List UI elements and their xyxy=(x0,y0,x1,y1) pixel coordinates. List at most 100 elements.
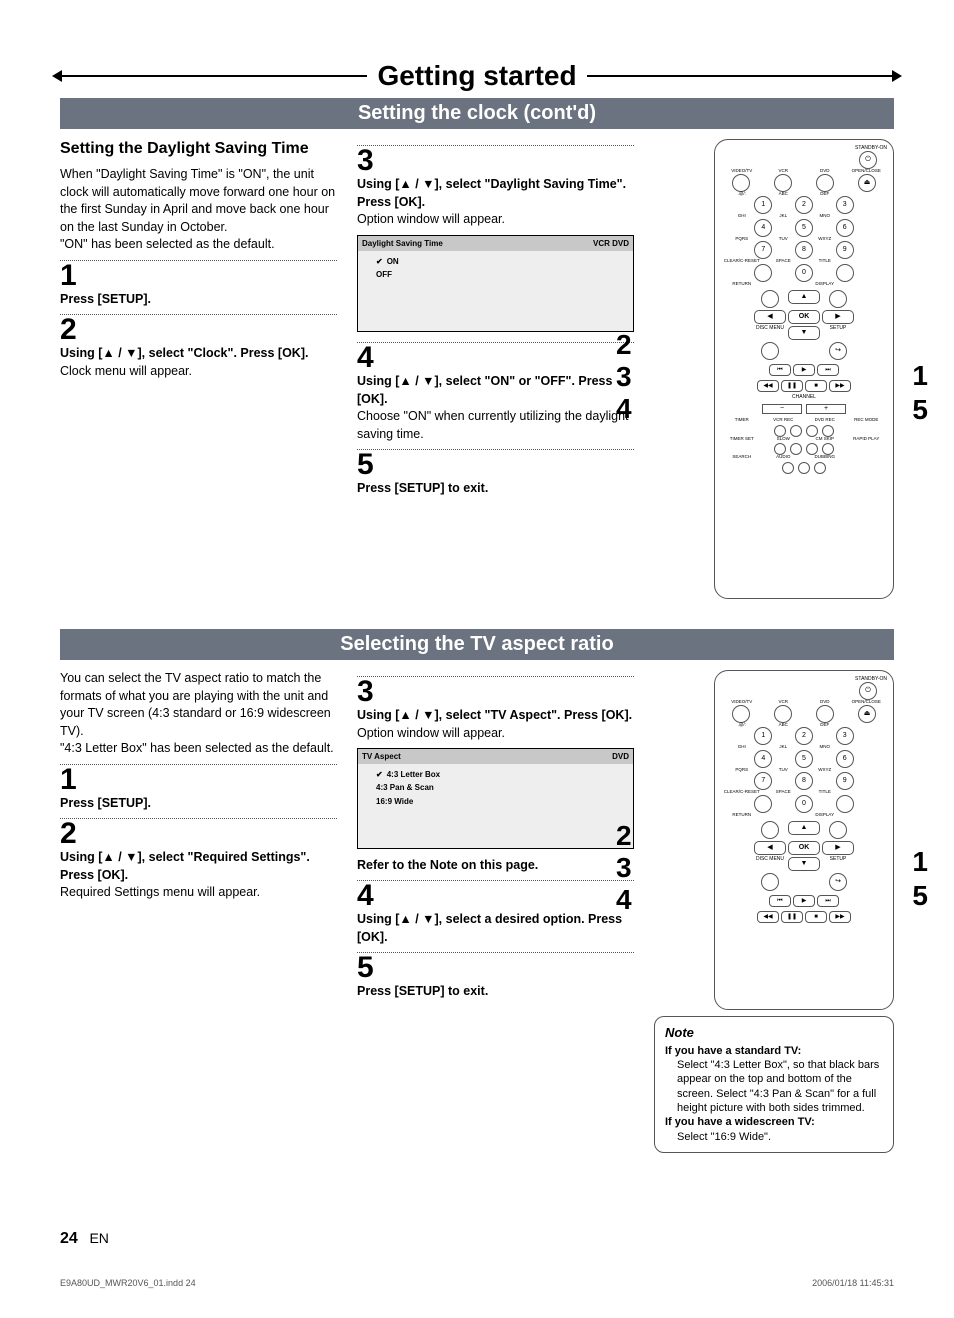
btn-display[interactable] xyxy=(829,290,847,308)
opt-43lb: 4:3 Letter Box xyxy=(366,768,625,781)
s2-step2-text: Using [▲ / ▼], select "Required Settings… xyxy=(60,849,337,884)
s1-col-right: 2 3 4 1 5 STANDBY-ON ⏻ VIDEO/TV VCR DVD … xyxy=(654,139,894,599)
lbl-openclose: OPEN/CLOSE xyxy=(846,169,888,174)
section2-columns: You can select the TV aspect ratio to ma… xyxy=(60,670,894,1153)
s2-step3-num: 3 xyxy=(357,677,634,707)
btn-5[interactable]: 5 xyxy=(795,219,813,237)
btn-skipfwd[interactable]: ⏭ xyxy=(817,364,839,376)
btn-down[interactable]: ▼ xyxy=(788,326,820,340)
s2-step5-num: 5 xyxy=(357,953,634,983)
s2-step5-text: Press [SETUP] to exit. xyxy=(357,983,634,1001)
s2-col-right: 2 3 4 1 5 STANDBY-ON ⏻ VIDEO/TVVCRDVDOPE… xyxy=(654,670,894,1153)
btn-up[interactable]: ▲ xyxy=(788,290,820,304)
btn-slow[interactable] xyxy=(790,443,802,455)
btn-stop[interactable]: ■ xyxy=(805,380,827,392)
btn-openclose[interactable]: ⏏ xyxy=(858,174,876,192)
s2-col-mid: 3 Using [▲ / ▼], select "TV Aspect". Pre… xyxy=(357,670,634,1153)
btn-2[interactable]: 2 xyxy=(795,196,813,214)
btn-clear[interactable] xyxy=(754,264,772,282)
lbl-dvd: DVD xyxy=(804,169,846,174)
btn-ch-down[interactable]: − xyxy=(762,404,802,414)
btn-7[interactable]: 7 xyxy=(754,241,772,259)
s1-heading: Setting the Daylight Saving Time xyxy=(60,139,337,158)
deco-line-right xyxy=(587,75,894,77)
s1-callouts-right: 1 5 xyxy=(912,359,928,426)
s2-step3-text: Using [▲ / ▼], select "TV Aspect". Press… xyxy=(357,707,634,725)
standby-button-2[interactable]: ⏻ xyxy=(859,682,877,700)
s2-step1-num: 1 xyxy=(60,765,337,795)
s1-step1-text: Press [SETUP]. xyxy=(60,291,337,309)
btn-3[interactable]: 3 xyxy=(836,196,854,214)
lbl-videotv: VIDEO/TV xyxy=(721,169,763,174)
btn-4[interactable]: 4 xyxy=(754,219,772,237)
lbl-channel: CHANNEL xyxy=(721,395,887,400)
option-box-dst: Daylight Saving Time VCR DVD ON OFF xyxy=(357,235,634,333)
standby-button[interactable]: ⏻ xyxy=(859,151,877,169)
btn-pause[interactable]: ❚❚ xyxy=(781,380,803,392)
refer-note: Refer to the Note on this page. xyxy=(357,857,634,875)
btn-right[interactable]: ▶ xyxy=(822,310,854,324)
footer-right: 2006/01/18 11:45:31 xyxy=(812,1278,894,1288)
btn-dubbing[interactable] xyxy=(814,462,826,474)
btn-return[interactable] xyxy=(761,290,779,308)
btn-ffwd[interactable]: ▶▶ xyxy=(829,380,851,392)
remote-control-1: STANDBY-ON ⏻ VIDEO/TV VCR DVD OPEN/CLOSE… xyxy=(714,139,894,599)
nav-pad: ▲ ◀ OK ▶ DISC MENU ▼ SETUP ↪ xyxy=(754,290,854,360)
footer-left: E9A80UD_MWR20V6_01.indd 24 xyxy=(60,1278,196,1288)
s1-intro-text: When "Daylight Saving Time" is "ON", the… xyxy=(60,166,337,254)
btn-videotv[interactable] xyxy=(732,174,750,192)
btn-discmenu[interactable] xyxy=(761,342,779,360)
btn-audio[interactable] xyxy=(798,462,810,474)
option-box-aspect: TV Aspect DVD 4:3 Letter Box 4:3 Pan & S… xyxy=(357,748,634,849)
opt-169: 16:9 Wide xyxy=(366,795,625,808)
note-l2: Select "16:9 Wide". xyxy=(665,1130,883,1144)
s1-step3-text: Using [▲ / ▼], select "Daylight Saving T… xyxy=(357,176,634,211)
btn-title[interactable] xyxy=(836,264,854,282)
btn-skipback[interactable]: ⏮ xyxy=(769,364,791,376)
btn-recmode[interactable] xyxy=(822,425,834,437)
note-box: Note If you have a standard TV: Select "… xyxy=(654,1016,894,1153)
section-band-1: Setting the clock (cont'd) xyxy=(60,98,894,129)
s1-step3-num: 3 xyxy=(357,146,634,176)
s1-step2-num: 2 xyxy=(60,315,337,345)
note-head: Note xyxy=(665,1025,883,1042)
s1-col-mid: 3 Using [▲ / ▼], select "Daylight Saving… xyxy=(357,139,634,599)
s2-col-left: You can select the TV aspect ratio to ma… xyxy=(60,670,337,1153)
btn-6[interactable]: 6 xyxy=(836,219,854,237)
btn-dvdrec[interactable] xyxy=(806,425,818,437)
s1-step5-num: 5 xyxy=(357,450,634,480)
btn-ok[interactable]: OK xyxy=(788,310,820,324)
s2-step3-sub: Option window will appear. xyxy=(357,726,505,740)
note-l1b: If you have a standard TV: xyxy=(665,1045,801,1057)
btn-timer[interactable] xyxy=(774,425,786,437)
s1-step4-sub: Choose "ON" when currently utilizing the… xyxy=(357,409,629,441)
btn-ch-up[interactable]: + xyxy=(806,404,846,414)
optbox2-title: TV Aspect xyxy=(362,751,401,762)
btn-0[interactable]: 0 xyxy=(795,264,813,282)
s2-step2-sub: Required Settings menu will appear. xyxy=(60,885,260,899)
opt-on: ON xyxy=(366,255,625,268)
btn-rew[interactable]: ◀◀ xyxy=(757,380,779,392)
s2-step4-num: 4 xyxy=(357,881,634,911)
deco-line-left xyxy=(60,75,367,77)
s1-step4-num: 4 xyxy=(357,343,634,373)
btn-8[interactable]: 8 xyxy=(795,241,813,259)
btn-play[interactable]: ▶ xyxy=(793,364,815,376)
s2-step1-text: Press [SETUP]. xyxy=(60,795,337,813)
btn-setup[interactable]: ↪ xyxy=(829,342,847,360)
s2-callouts-right: 1 5 xyxy=(912,845,928,912)
s1-callouts-left: 2 3 4 xyxy=(616,329,632,426)
btn-dvd[interactable] xyxy=(816,174,834,192)
btn-9[interactable]: 9 xyxy=(836,241,854,259)
btn-search[interactable] xyxy=(782,462,794,474)
s2-step2-num: 2 xyxy=(60,819,337,849)
btn-vcr[interactable] xyxy=(774,174,792,192)
btn-left[interactable]: ◀ xyxy=(754,310,786,324)
btn-1[interactable]: 1 xyxy=(754,196,772,214)
s1-col-left: Setting the Daylight Saving Time When "D… xyxy=(60,139,337,599)
opt-off: OFF xyxy=(366,268,625,281)
chapter-title: Getting started xyxy=(377,60,576,92)
s1-step5-text: Press [SETUP] to exit. xyxy=(357,480,634,498)
btn-vcrrec[interactable] xyxy=(790,425,802,437)
section1-columns: Setting the Daylight Saving Time When "D… xyxy=(60,139,894,599)
